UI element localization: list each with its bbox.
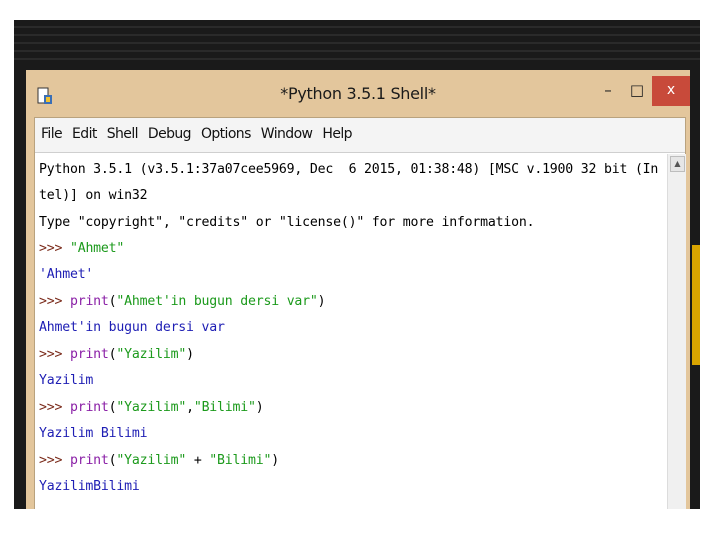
menu-bar: File Edit Shell Debug Options Window Help (35, 118, 685, 153)
video-frame: *Python 3.5.1 Shell* – □ x File Edit Shell… (14, 20, 700, 509)
background-stripe (14, 34, 700, 36)
banner-line: Python 3.5.1 (v3.5.1:37a07cee5969, Dec 6… (39, 162, 659, 177)
string-literal: "Ahmet'in bugun dersi var" (116, 294, 318, 309)
menu-debug[interactable]: Debug (144, 126, 195, 142)
background-stripe (14, 50, 700, 52)
shell-output-line: Yazilim (39, 373, 94, 388)
background-stripe (14, 42, 700, 44)
shell-prompt: >>> (39, 453, 70, 468)
shell-output-line: 'Ahmet' (39, 267, 94, 282)
paren: ) (317, 294, 326, 309)
string-literal: "Yazilim" (116, 400, 187, 415)
menu-file[interactable]: File (37, 126, 66, 142)
maximize-button[interactable]: □ (622, 76, 652, 106)
close-button[interactable]: x (652, 76, 690, 106)
string-literal: "Yazilim" (116, 453, 187, 468)
shell-input-line: >>> print("Yazilim") (39, 343, 194, 367)
menu-help[interactable]: Help (318, 126, 356, 142)
shell-output-line: Ahmet'in bugun dersi var (39, 320, 225, 335)
paren: ) (186, 347, 194, 362)
shell-input-line: >>> "Ahmet" (39, 237, 124, 261)
string-literal: "Yazilim" (116, 347, 187, 362)
background-stripe (14, 26, 700, 28)
shell-prompt: >>> (39, 400, 70, 415)
banner-line: tel)] on win32 (39, 188, 148, 203)
title-bar[interactable]: *Python 3.5.1 Shell* – □ x (26, 70, 690, 117)
shell-input-line: >>> print("Ahmet'in bugun dersi var") (39, 290, 326, 314)
paren: ) (271, 453, 279, 468)
print-keyword: print (69, 400, 109, 415)
vertical-scrollbar[interactable]: ▲ (667, 154, 686, 509)
shell-input-line: >>> print("Yazilim" + "Bilimi") (39, 449, 279, 473)
shell-output-line: YazilimBilimi (39, 479, 140, 494)
background-window-edge (692, 245, 700, 365)
shell-text-area[interactable]: Python 3.5.1 (v3.5.1:37a07cee5969, Dec 6… (35, 154, 667, 509)
scroll-up-arrow-icon[interactable]: ▲ (670, 156, 685, 172)
print-keyword: print (69, 294, 109, 309)
print-keyword: print (69, 453, 109, 468)
shell-input-line: >>> print("Yazilim","Bilimi") (39, 396, 264, 420)
shell-output-line: Yazilim Bilimi (39, 426, 148, 441)
idle-shell-window: *Python 3.5.1 Shell* – □ x File Edit Shell… (26, 70, 690, 509)
shell-client-area: File Edit Shell Debug Options Window Help Pyth… (34, 117, 686, 509)
paren: ) (255, 400, 264, 415)
shell-prompt: >>> (39, 347, 70, 362)
shell-prompt: >>> (39, 294, 70, 309)
string-literal: "Bilimi" (209, 453, 272, 468)
plus-operator: + (186, 453, 210, 468)
string-literal: "Bilimi" (193, 400, 256, 415)
string-literal: "Ahmet" (69, 241, 125, 256)
menu-window[interactable]: Window (257, 126, 317, 142)
banner-line: Type "copyright", "credits" or "license(… (39, 215, 535, 230)
print-keyword: print (69, 347, 109, 362)
window-title: *Python 3.5.1 Shell* (280, 84, 436, 103)
shell-prompt: >>> (39, 241, 70, 256)
menu-options[interactable]: Options (197, 126, 255, 142)
background-stripe (14, 58, 700, 60)
comma: , (186, 400, 194, 415)
menu-edit[interactable]: Edit (68, 126, 101, 142)
minimize-button[interactable]: – (594, 76, 622, 106)
menu-shell[interactable]: Shell (103, 126, 142, 142)
